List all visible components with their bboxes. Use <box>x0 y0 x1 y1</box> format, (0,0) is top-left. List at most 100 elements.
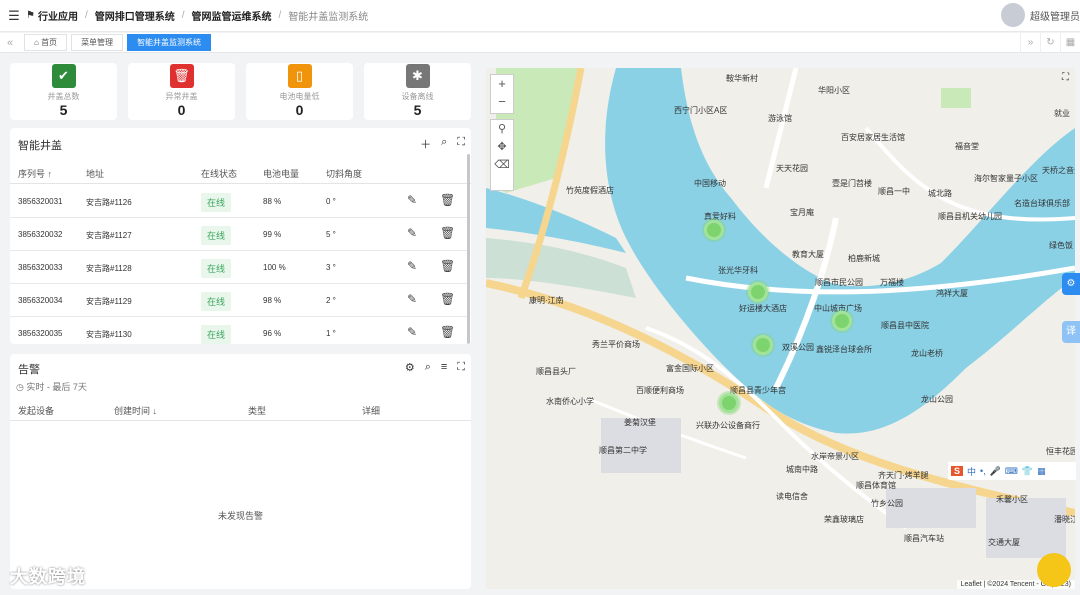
stat-card-total: ✔ 井盖总数 5 <box>10 63 117 120</box>
manhole-marker[interactable] <box>748 282 768 302</box>
map[interactable]: + − ⚲ ✥ ⌫ ⛶ 鞍华新村 华阳小区 西宁门小区A区 游泳馆 百安居家居生… <box>486 68 1075 589</box>
tab-menu-management[interactable]: 菜单管理 <box>71 34 124 51</box>
cell-serial: 3856320031 <box>18 197 63 206</box>
delete-icon[interactable]: 🗑 <box>440 193 455 207</box>
table-row[interactable]: 3856320035 安吉路#1130 在线 96 % 1 ° ✎ 🗑 <box>10 317 470 344</box>
search-icon[interactable]: ⌕ <box>425 361 431 374</box>
zoom-in-button[interactable]: + <box>491 75 513 93</box>
column-header-battery[interactable]: 电池电量 <box>263 167 299 180</box>
ime-chinese-icon[interactable]: 中 <box>967 465 976 478</box>
scroll-right-icon[interactable]: » <box>1020 33 1040 53</box>
ime-logo-icon: S <box>951 466 964 476</box>
map-label: 交通大厦 <box>988 538 1020 547</box>
ime-punctuation-icon[interactable]: •, <box>980 466 986 476</box>
manhole-marker[interactable] <box>719 393 739 413</box>
table-header: 序列号 ↑ 地址 在线状态 电池电量 切斜角度 <box>10 162 471 184</box>
delete-icon[interactable]: 🗑 <box>440 292 455 306</box>
zoom-control: + − <box>490 74 514 114</box>
scrollbar[interactable] <box>467 154 470 344</box>
gear-icon[interactable]: ⚙ <box>405 361 415 374</box>
sort-down-icon[interactable]: ↓ <box>153 406 158 416</box>
marker-tool-icon[interactable]: ⚲ <box>491 120 513 138</box>
manhole-marker[interactable] <box>753 335 773 355</box>
map-label: 城南中路 <box>786 465 818 474</box>
add-icon[interactable]: ＋ <box>420 136 431 152</box>
map-tools: ⚲ ✥ ⌫ <box>490 119 514 191</box>
user-name[interactable]: 超级管理员 <box>1030 8 1080 23</box>
avatar[interactable] <box>1001 3 1025 27</box>
column-header-angle[interactable]: 切斜角度 <box>326 167 362 180</box>
ime-keyboard-icon[interactable]: ⌨ <box>1005 466 1018 477</box>
breadcrumb-item[interactable]: 行业应用 <box>38 8 78 23</box>
column-header-detail[interactable]: 详细 <box>362 404 380 417</box>
edit-icon[interactable]: ✎ <box>407 325 417 339</box>
column-header-device[interactable]: 发起设备 <box>18 404 54 417</box>
map-label: 壹是门苕楼 <box>832 179 872 188</box>
map-label: 恒丰花园 <box>1046 447 1075 456</box>
map-label: 龙山老桥 <box>911 349 943 358</box>
breadcrumb-item[interactable]: 管网排口管理系统 <box>95 8 175 23</box>
fullscreen-icon[interactable]: ⛶ <box>457 361 465 374</box>
cell-address: 安吉路#1128 <box>86 264 132 273</box>
fullscreen-icon[interactable]: ⛶ <box>457 136 465 152</box>
watermark-logo: 大数跨境 <box>10 567 86 587</box>
sort-up-icon[interactable]: ↑ <box>48 169 53 179</box>
panel-title: 告警 <box>18 364 40 376</box>
map-label: 秀兰平价商场 <box>592 340 640 349</box>
translate-float-icon[interactable]: 译 <box>1062 321 1080 343</box>
table-row[interactable]: 3856320033 安吉路#1128 在线 100 % 3 ° ✎ 🗑 <box>10 251 470 284</box>
top-bar: ☰ ⚑ 行业应用 / 管网排口管理系统 / 管网监管运维系统 / 智能井盖监测系… <box>0 0 1080 32</box>
delete-icon[interactable]: 🗑 <box>440 226 455 240</box>
column-header-created[interactable]: 创建时间 ↓ <box>114 404 157 417</box>
edit-icon[interactable]: ✎ <box>407 193 417 207</box>
edit-icon[interactable]: ✎ <box>407 259 417 273</box>
scroll-left-icon[interactable]: « <box>0 37 20 49</box>
user-menu[interactable]: 超级管理员 <box>1001 3 1080 27</box>
settings-float-icon[interactable]: ⚙ <box>1062 273 1080 295</box>
map-label: 顺昌县机关幼儿园 <box>938 212 1002 221</box>
map-label: 水南侨心小学 <box>546 397 594 406</box>
search-icon[interactable]: ⌕ <box>441 136 447 152</box>
ime-toolbar[interactable]: S 中 •, 🎤 ⌨ 👕 ▦ <box>948 462 1076 480</box>
stat-label: 设备离线 <box>401 92 434 101</box>
table-row[interactable]: 3856320034 安吉路#1129 在线 98 % 2 ° ✎ 🗑 <box>10 284 470 317</box>
ime-skin-icon[interactable]: 👕 <box>1022 466 1033 477</box>
zoom-out-button[interactable]: − <box>491 93 513 111</box>
grid-icon[interactable]: ▦ <box>1060 33 1080 53</box>
eraser-tool-icon[interactable]: ⌫ <box>491 156 513 174</box>
ime-toolbox-icon[interactable]: ▦ <box>1037 466 1046 477</box>
map-fullscreen-icon[interactable]: ⛶ <box>1062 72 1069 83</box>
map-label: 天天花园 <box>776 164 808 173</box>
filter-icon[interactable]: ≡ <box>441 361 447 374</box>
stat-value: 5 <box>59 102 68 118</box>
map-label: 游泳馆 <box>768 114 792 123</box>
cell-angle: 3 ° <box>326 263 336 272</box>
manhole-marker[interactable] <box>704 220 724 240</box>
tab-manhole-monitor[interactable]: 智能井盖监测系统 <box>127 34 212 51</box>
breadcrumb-item[interactable]: 管网监管运维系统 <box>192 8 272 23</box>
manhole-marker[interactable] <box>832 311 852 331</box>
tab-home[interactable]: ⌂ 首页 <box>24 34 68 51</box>
column-header-serial[interactable]: 序列号 ↑ <box>18 167 52 180</box>
edit-icon[interactable]: ✎ <box>407 226 417 240</box>
trash-alert-icon: 🗑 <box>169 64 194 88</box>
map-label: 顺昌汽车站 <box>904 534 944 543</box>
refresh-icon[interactable]: ↻ <box>1040 33 1060 53</box>
column-header-address[interactable]: 地址 <box>86 167 104 180</box>
table-row[interactable]: 3856320031 安吉路#1126 在线 88 % 0 ° ✎ 🗑 <box>10 185 470 218</box>
table-row[interactable]: 3856320032 安吉路#1127 在线 99 % 5 ° ✎ 🗑 <box>10 218 470 251</box>
cell-battery: 99 % <box>263 230 282 239</box>
cell-angle: 2 ° <box>326 296 336 305</box>
map-label: 顺昌县头厂 <box>536 367 576 376</box>
menu-toggle-icon[interactable]: ☰ <box>2 8 26 24</box>
delete-icon[interactable]: 🗑 <box>440 259 455 273</box>
time-range[interactable]: ◷ 实时 - 最后 7天 <box>16 380 87 393</box>
ime-mic-icon[interactable]: 🎤 <box>990 466 1001 477</box>
column-header-type[interactable]: 类型 <box>248 404 266 417</box>
move-tool-icon[interactable]: ✥ <box>491 138 513 156</box>
delete-icon[interactable]: 🗑 <box>440 325 455 339</box>
edit-icon[interactable]: ✎ <box>407 292 417 306</box>
cell-battery: 98 % <box>263 296 282 305</box>
assistant-icon[interactable] <box>1037 553 1071 587</box>
column-header-status[interactable]: 在线状态 <box>201 167 237 180</box>
